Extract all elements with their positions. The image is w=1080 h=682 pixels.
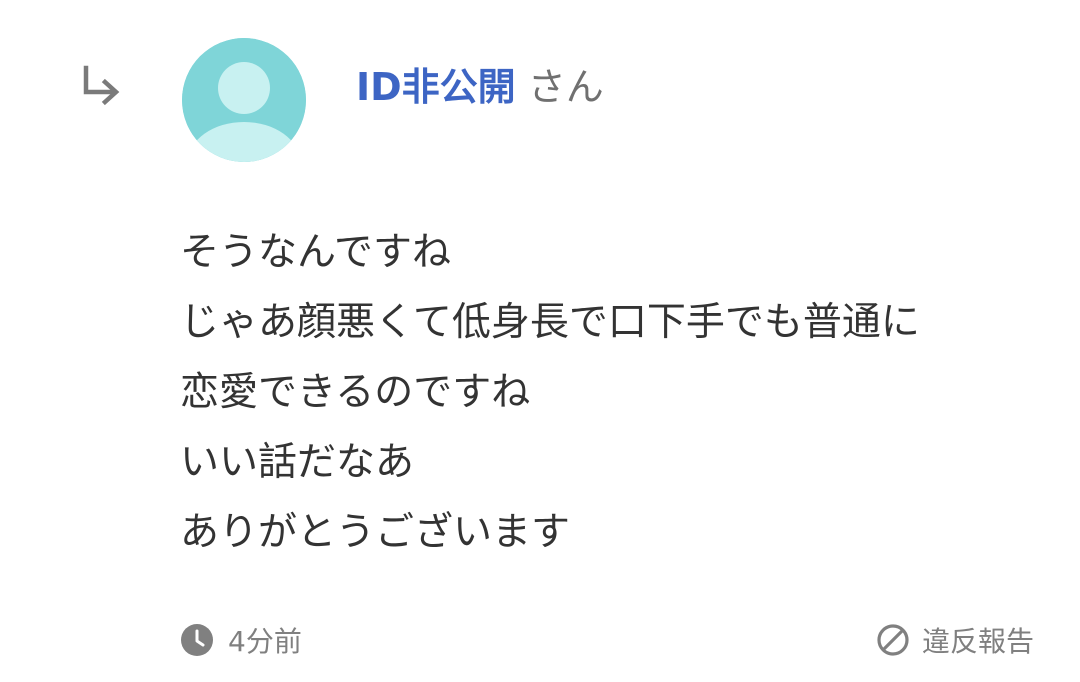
report-button[interactable]: 違反報告 — [876, 618, 1034, 662]
reply-arrow-icon — [83, 65, 120, 106]
default-user-avatar-icon — [182, 38, 306, 162]
comment-line: 恋愛できるのですね — [180, 370, 531, 415]
comment-line: ありがとうございます — [180, 510, 571, 555]
avatar[interactable] — [182, 38, 306, 162]
username-link[interactable]: ID非公開 — [356, 62, 516, 112]
username-honorific: さん — [527, 65, 604, 109]
reply-comment-card: ID非公開 さん そうなんですね じゃあ顔悪くて低身長で口下手でも普通に 恋愛で… — [0, 0, 1080, 682]
time-ago-text: 4分前 — [228, 625, 302, 658]
user-info: ID非公開 さん — [356, 62, 604, 112]
prohibited-icon — [877, 624, 909, 656]
comment-line: そうなんですね — [180, 230, 452, 275]
comment-text: そうなんですね じゃあ顔悪くて低身長で口下手でも普通に 恋愛できるのですね いい… — [180, 218, 1040, 568]
comment-timestamp: 4分前 — [180, 618, 302, 662]
comment-line: いい話だなあ — [180, 440, 415, 485]
comment-line: じゃあ顔悪くて低身長で口下手でも普通に — [180, 300, 920, 345]
clock-icon — [181, 624, 213, 656]
report-label: 違反報告 — [921, 625, 1034, 658]
